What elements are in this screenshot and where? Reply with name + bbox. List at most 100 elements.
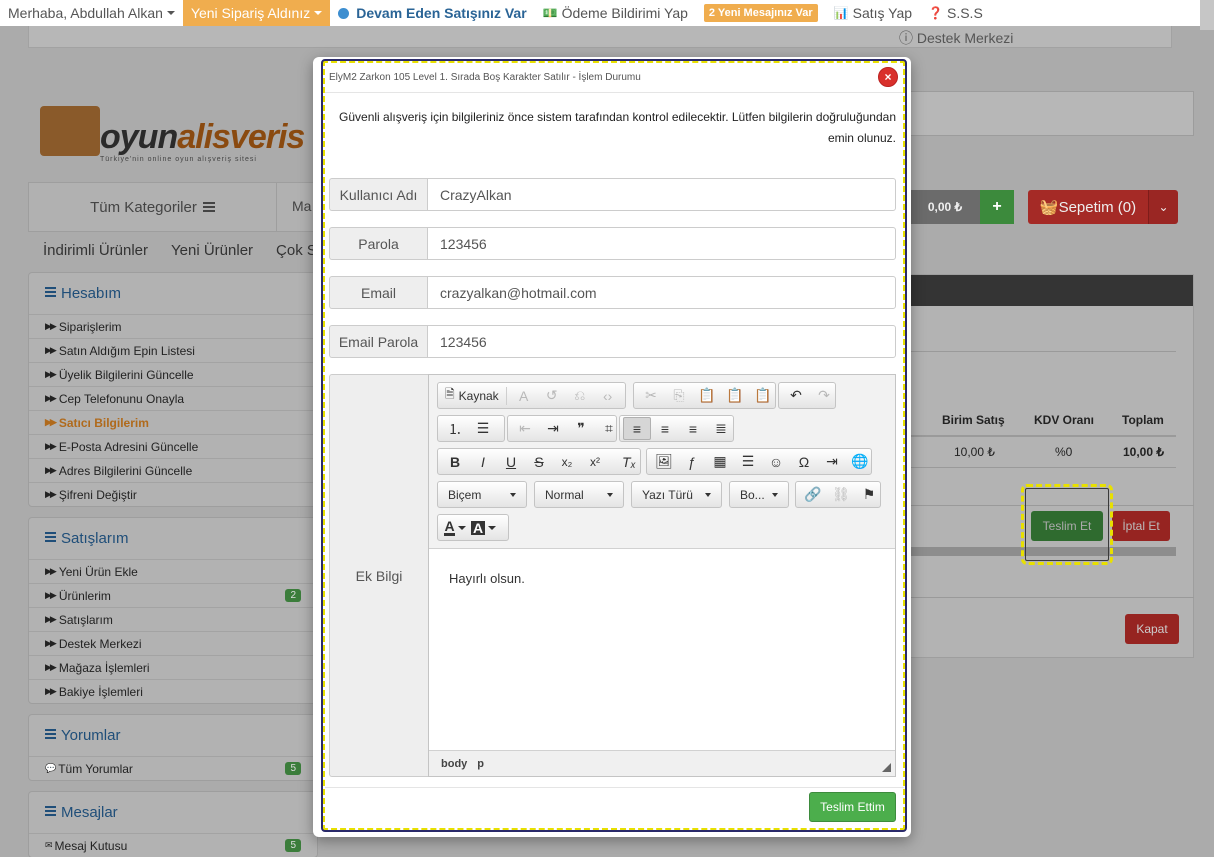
messages-link[interactable]: 2 Yeni Mesajınız Var (696, 0, 826, 26)
subscript-icon[interactable]: x₂ (553, 450, 581, 473)
copy-icon[interactable]: ⎘ (665, 384, 693, 407)
font-dropdown[interactable]: Yazı Türü (631, 481, 722, 508)
ongoing-sale-link[interactable]: Devam Eden Satışınız Var (330, 0, 534, 26)
all-categories-button[interactable]: Tüm Kategoriler (29, 183, 277, 231)
strikethrough-icon[interactable]: S (525, 450, 553, 473)
unlink-icon[interactable]: ⛓ (827, 483, 855, 506)
close-panel-button[interactable]: Kapat (1125, 614, 1179, 644)
close-icon[interactable]: × (878, 67, 898, 87)
sidebar-item-store[interactable]: ▶▶ Mağaza İşlemleri (29, 655, 317, 679)
paste-word-icon[interactable]: 📋 (749, 384, 777, 407)
payment-notice-link[interactable]: 💵 Ödeme Bildirimi Yap (535, 0, 696, 26)
resize-handle-icon[interactable] (882, 763, 891, 772)
sidebar-item-update-address[interactable]: ▶▶ Adres Bilgilerini Güncelle (29, 458, 317, 482)
bar-chart-icon: 📊 (833, 6, 849, 20)
count-badge: 5 (285, 839, 301, 852)
sidebar-item-verify-phone[interactable]: ▶▶ Cep Telefonunu Onayla (29, 386, 317, 410)
support-link[interactable]: ⓘ Destek Merkezi (899, 28, 1013, 48)
password-field[interactable] (427, 227, 896, 260)
align-center-icon[interactable]: ≡ (651, 417, 679, 440)
chevron-down-icon[interactable]: ⌄ (1148, 190, 1178, 224)
sell-link[interactable]: 📊 Satış Yap (826, 0, 920, 26)
sidebar-item-balance[interactable]: ▶▶ Bakiye İşlemleri (29, 679, 317, 703)
sub-link-new[interactable]: Yeni Ürünler (171, 242, 253, 259)
col-vat: KDV Oranı (1034, 413, 1095, 427)
cancel-order-button[interactable]: İptal Et (1112, 511, 1170, 541)
special-char-icon[interactable]: Ω (790, 450, 818, 473)
forward-icon: ▶▶ (45, 662, 57, 672)
sidebar-item-all-comments[interactable]: 💬 Tüm Yorumlar 5 (29, 756, 317, 780)
new-order-menu[interactable]: Yeni Sipariş Aldınız (182, 0, 331, 26)
flash-icon[interactable]: ƒ (678, 450, 706, 473)
redo-icon[interactable]: ↷ (810, 384, 838, 407)
delivered-button[interactable]: Teslim Ettim (809, 792, 896, 822)
table-icon[interactable]: ▦ (706, 450, 734, 473)
image-icon[interactable]: 🖼 (650, 450, 678, 473)
align-left-icon[interactable]: ≡ (623, 417, 651, 440)
align-justify-icon[interactable]: ≣ (707, 417, 735, 440)
paste-icon[interactable]: 📋 (693, 384, 721, 407)
bullet-list-icon[interactable]: ☰ (469, 417, 497, 440)
forward-icon: ▶▶ (45, 417, 57, 427)
text-color-icon[interactable]: A (441, 516, 469, 539)
sidebar-item-new-product[interactable]: ▶▶ Yeni Ürün Ekle (29, 559, 317, 583)
user-menu[interactable]: Merhaba, Abdullah Alkan (0, 0, 183, 26)
search-box[interactable] (905, 91, 1194, 136)
page-break-icon[interactable]: ⇥ (818, 450, 846, 473)
anchor-flag-icon[interactable]: ⚑ (855, 483, 883, 506)
code-icon[interactable]: ‹› (594, 384, 622, 407)
find-icon[interactable]: A (510, 384, 538, 407)
smiley-icon[interactable]: ☺ (762, 450, 790, 473)
sidebar-item-my-products[interactable]: ▶▶ Ürünlerim 2 (29, 583, 317, 607)
bg-color-icon[interactable]: A (469, 516, 498, 539)
cut-icon[interactable]: ✂ (637, 384, 665, 407)
clear-format-icon[interactable]: Tₓ (615, 450, 643, 473)
faq-link[interactable]: ❓ S.S.S (920, 0, 991, 26)
paste-text-icon[interactable]: 📋 (721, 384, 749, 407)
link-icon[interactable]: 🔗 (799, 483, 827, 506)
remove-format-icon[interactable]: ⎌ (566, 384, 594, 407)
editor-content[interactable]: Hayırlı olsun. (429, 549, 895, 750)
sub-link-partial[interactable]: Çok S (276, 242, 317, 259)
numbered-list-icon[interactable]: ⒈ (441, 417, 469, 440)
sub-link-discounted[interactable]: İndirimli Ürünler (43, 242, 148, 259)
delivery-modal: ElyM2 Zarkon 105 Level 1. Sırada Boş Kar… (313, 57, 911, 837)
iframe-icon[interactable]: 🌐 (846, 450, 874, 473)
indent-icon[interactable]: ⇥ (539, 417, 567, 440)
username-field[interactable] (427, 178, 896, 211)
nav-link-partial[interactable]: Ma (292, 198, 311, 214)
sidebar-item-inbox[interactable]: ✉ Mesaj Kutusu 5 (29, 833, 317, 857)
format-dropdown[interactable]: Biçem (437, 481, 527, 508)
blockquote-icon[interactable]: ❞ (567, 417, 595, 440)
sidebar-item-update-email[interactable]: ▶▶ E-Posta Adresini Güncelle (29, 434, 317, 458)
sidebar-item-seller-info[interactable]: ▶▶ Satıcı Bilgilerim (29, 410, 317, 434)
outdent-icon[interactable]: ⇤ (511, 417, 539, 440)
envelope-icon: ✉ (45, 840, 52, 850)
italic-icon[interactable]: I (469, 450, 497, 473)
sidebar-item-change-password[interactable]: ▶▶ Şifreni Değiştir (29, 482, 317, 506)
sidebar-item-update-profile[interactable]: ▶▶ Üyelik Bilgilerini Güncelle (29, 362, 317, 386)
email-password-field[interactable] (427, 325, 896, 358)
site-logo[interactable]: oyunalisveris Türkiye'nin online oyun al… (30, 56, 320, 166)
underline-icon[interactable]: U (497, 450, 525, 473)
align-right-icon[interactable]: ≡ (679, 417, 707, 440)
horizontal-line-icon[interactable]: ☰ (734, 450, 762, 473)
bold-icon[interactable]: B (441, 450, 469, 473)
source-button[interactable]: 🗎 Kaynak (441, 384, 503, 407)
status-dot-icon (338, 7, 350, 19)
cart-button[interactable]: 🧺 Sepetim (0) (1028, 190, 1148, 224)
superscript-icon[interactable]: x² (581, 450, 609, 473)
email-field[interactable] (427, 276, 896, 309)
path-p[interactable]: p (477, 758, 484, 770)
undo-icon[interactable]: ↶ (782, 384, 810, 407)
style-dropdown[interactable]: Normal (534, 481, 624, 508)
sidebar-item-epin-list[interactable]: ▶▶ Satın Aldığım Epin Listesi (29, 338, 317, 362)
sidebar-item-my-sales[interactable]: ▶▶ Satışlarım (29, 607, 317, 631)
sidebar-item-support[interactable]: ▶▶ Destek Merkezi (29, 631, 317, 655)
sidebar-item-orders[interactable]: ▶▶ Siparişlerim (29, 314, 317, 338)
undo-style-icon[interactable]: ↺ (538, 384, 566, 407)
path-body[interactable]: body (441, 758, 467, 770)
add-balance-button[interactable]: + (980, 190, 1014, 224)
list-icon (45, 532, 56, 542)
size-dropdown[interactable]: Bo... (729, 481, 789, 508)
